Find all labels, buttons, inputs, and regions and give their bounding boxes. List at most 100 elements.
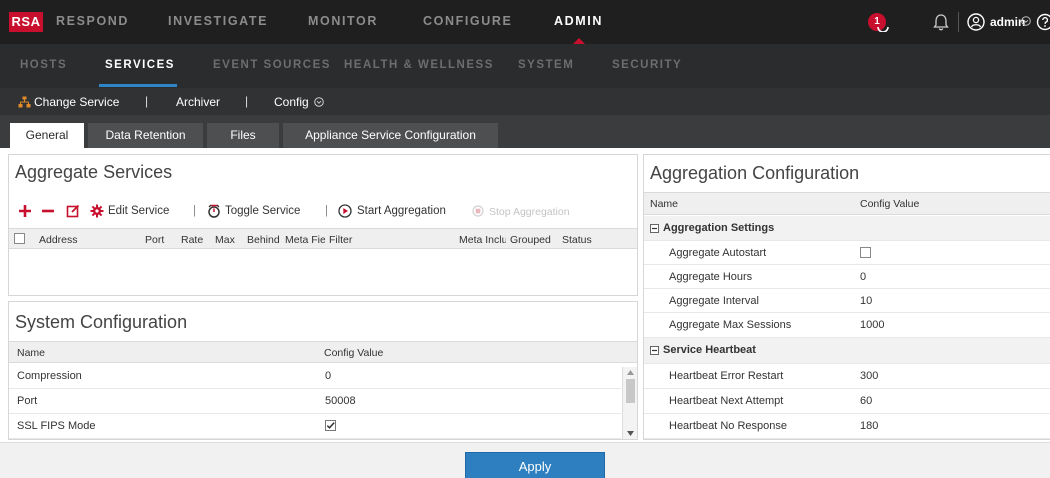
collapse-icon[interactable] <box>650 224 659 233</box>
table-row[interactable]: Aggregate Max Sessions 1000 <box>644 313 1050 338</box>
column-port[interactable]: Port <box>145 234 175 246</box>
toolbar-separator: | <box>325 205 328 217</box>
subnav-security[interactable]: SECURITY <box>612 59 682 71</box>
table-row[interactable]: Heartbeat Next Attempt 60 <box>644 389 1050 414</box>
rsa-logo[interactable]: RSA <box>9 12 43 32</box>
column-grouped[interactable]: Grouped <box>510 234 556 246</box>
aggregate-autostart-checkbox[interactable] <box>860 247 871 258</box>
breadcrumb-separator: | <box>245 94 249 108</box>
edit-icon[interactable] <box>66 204 80 218</box>
nav-respond[interactable]: RESPOND <box>56 14 129 28</box>
notifications-icon[interactable] <box>876 18 890 32</box>
config-name: Heartbeat Next Attempt <box>669 395 784 407</box>
column-rate[interactable]: Rate <box>181 234 211 246</box>
system-configuration-table-header: Name Config Value <box>9 341 637 363</box>
stop-icon <box>472 205 484 217</box>
toggle-service-icon[interactable] <box>207 204 221 218</box>
config-value[interactable]: 180 <box>860 420 878 432</box>
tab-data-retention[interactable]: Data Retention <box>88 123 203 148</box>
scroll-up-icon[interactable] <box>627 370 634 375</box>
column-config-value[interactable]: Config Value <box>860 198 919 210</box>
table-row[interactable]: Aggregate Autostart <box>644 241 1050 265</box>
table-row[interactable]: SSL FIPS Mode <box>9 414 621 439</box>
table-row[interactable]: Heartbeat Error Restart 300 <box>644 364 1050 389</box>
tab-files[interactable]: Files <box>207 123 279 148</box>
nav-admin[interactable]: ADMIN <box>554 14 603 28</box>
config-value[interactable]: 0 <box>860 271 866 283</box>
config-value[interactable]: 0 <box>325 370 331 382</box>
chevron-down-icon[interactable] <box>1021 16 1031 26</box>
column-filter[interactable]: Filter <box>329 234 409 246</box>
stop-aggregation-button: Stop Aggregation <box>489 206 570 218</box>
apply-button[interactable]: Apply <box>465 452 605 478</box>
table-row[interactable]: Compression 0 <box>9 364 621 389</box>
service-name-label: Archiver <box>176 95 221 109</box>
chevron-down-icon[interactable] <box>314 97 324 107</box>
column-meta-include[interactable]: Meta Include <box>459 234 506 246</box>
aggregation-configuration-table-header: Name Config Value <box>644 192 1050 215</box>
column-max[interactable]: Max <box>215 234 243 246</box>
ssl-fips-mode-checkbox[interactable] <box>325 420 336 431</box>
tab-general[interactable]: General <box>10 123 84 148</box>
settings-gear-icon[interactable] <box>90 204 104 218</box>
config-name: Heartbeat No Response <box>669 420 788 432</box>
config-name: Aggregate Interval <box>669 295 759 307</box>
subnav-hosts[interactable]: HOSTS <box>20 59 67 71</box>
config-value[interactable]: 50008 <box>325 395 356 407</box>
collapse-icon[interactable] <box>650 346 659 355</box>
help-icon[interactable] <box>1036 13 1050 31</box>
config-value[interactable]: 10 <box>860 295 872 307</box>
table-row[interactable]: Aggregate Interval 10 <box>644 289 1050 313</box>
column-behind[interactable]: Behind <box>247 234 281 246</box>
start-aggregation-button[interactable]: Start Aggregation <box>357 205 446 217</box>
active-subnav-underline <box>99 84 177 87</box>
bell-icon[interactable] <box>931 12 951 32</box>
scroll-down-icon[interactable] <box>627 431 634 436</box>
add-icon[interactable] <box>18 204 32 218</box>
subnav-event-sources[interactable]: EVENT SOURCES <box>213 59 331 71</box>
group-label: Service Heartbeat <box>663 344 756 356</box>
play-icon[interactable] <box>338 204 352 218</box>
nav-monitor[interactable]: MONITOR <box>308 14 378 28</box>
tab-bar: General Data Retention Files Appliance S… <box>0 115 1050 148</box>
sub-navigation-bar: HOSTS SERVICES EVENT SOURCES HEALTH & WE… <box>0 44 1050 88</box>
table-row[interactable]: Heartbeat No Response 180 <box>644 414 1050 439</box>
footer-bar: Apply <box>0 442 1050 478</box>
subnav-system[interactable]: SYSTEM <box>518 59 574 71</box>
top-navigation-bar: RSA RESPOND INVESTIGATE MONITOR CONFIGUR… <box>0 0 1050 44</box>
select-all-checkbox[interactable] <box>14 233 25 244</box>
user-avatar-icon[interactable] <box>967 13 985 31</box>
scroll-thumb[interactable] <box>626 379 635 403</box>
config-value[interactable]: 1000 <box>860 319 884 331</box>
view-selector-label[interactable]: Config <box>274 95 309 109</box>
column-name[interactable]: Name <box>650 198 678 210</box>
aggregate-services-table-header: Address Port Rate Max Behind Meta Fields… <box>9 228 637 249</box>
config-value[interactable]: 60 <box>860 395 872 407</box>
config-value[interactable]: 300 <box>860 370 878 382</box>
table-row[interactable]: Port 50008 <box>9 389 621 414</box>
config-name: Port <box>17 395 38 407</box>
aggregate-services-title: Aggregate Services <box>15 162 173 182</box>
column-name[interactable]: Name <box>17 347 45 359</box>
column-config-value[interactable]: Config Value <box>324 347 383 359</box>
table-row[interactable]: Aggregate Hours 0 <box>644 265 1050 289</box>
config-name: Heartbeat Error Restart <box>669 370 784 382</box>
edit-service-button[interactable]: Edit Service <box>108 205 169 217</box>
change-service-link[interactable]: Change Service <box>34 95 119 109</box>
toggle-service-button[interactable]: Toggle Service <box>225 205 300 217</box>
scrollbar[interactable] <box>622 367 637 439</box>
column-meta-fields[interactable]: Meta Fields <box>285 234 325 246</box>
column-address[interactable]: Address <box>39 234 129 246</box>
nav-investigate[interactable]: INVESTIGATE <box>168 14 268 28</box>
remove-icon[interactable] <box>41 204 55 218</box>
subnav-health-wellness[interactable]: HEALTH & WELLNESS <box>344 59 494 71</box>
nav-divider <box>958 12 959 32</box>
group-header-aggregation-settings[interactable]: Aggregation Settings <box>644 216 1050 241</box>
group-header-service-heartbeat[interactable]: Service Heartbeat <box>644 338 1050 364</box>
nav-configure[interactable]: CONFIGURE <box>423 14 512 28</box>
column-status[interactable]: Status <box>562 234 612 246</box>
change-service-icon[interactable] <box>18 96 31 108</box>
group-label: Aggregation Settings <box>663 222 775 234</box>
subnav-services[interactable]: SERVICES <box>105 59 175 71</box>
tab-appliance-service-configuration[interactable]: Appliance Service Configuration <box>283 123 498 148</box>
